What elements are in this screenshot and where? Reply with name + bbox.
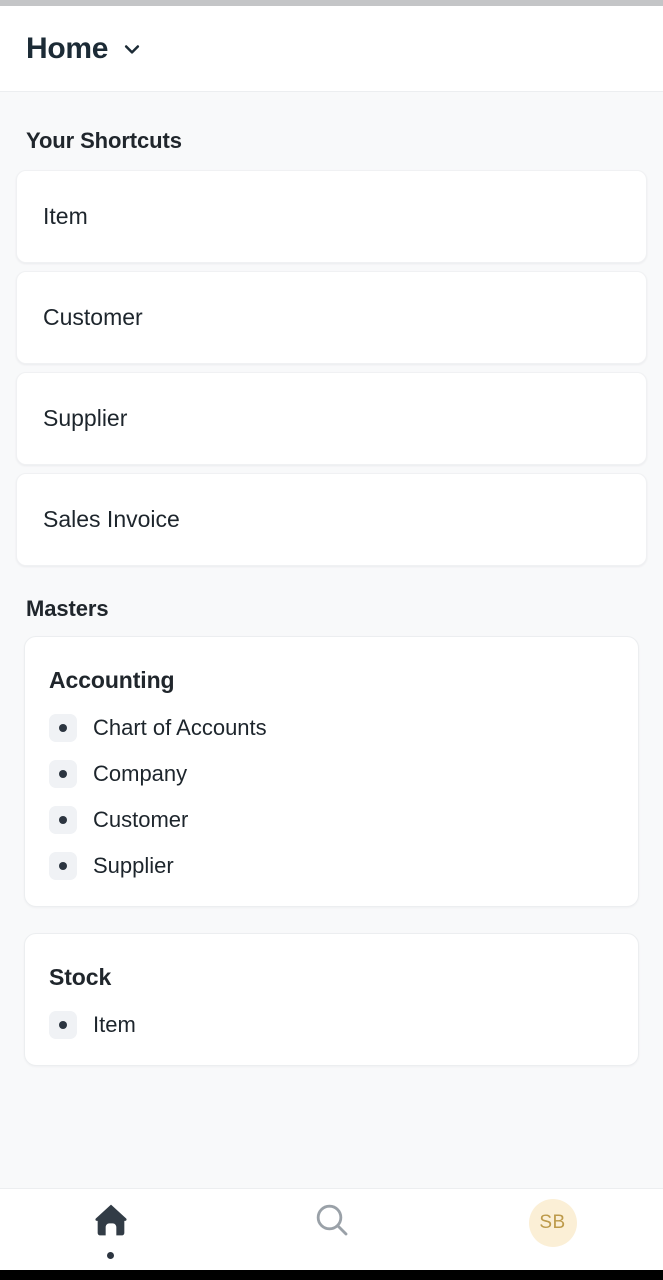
avatar[interactable]: SB — [528, 1198, 577, 1247]
list-item[interactable]: Customer — [49, 806, 614, 834]
system-home-indicator-bar — [0, 1270, 663, 1280]
scrollable-content[interactable]: Your Shortcuts Item Customer Supplier Sa… — [0, 92, 663, 1188]
bullet-dot-icon — [49, 806, 77, 834]
masters-group-list: Accounting Chart of Accounts Company Cus… — [0, 636, 663, 1066]
nav-button-home[interactable] — [0, 1189, 221, 1270]
master-group-title: Stock — [49, 964, 112, 990]
shortcut-label: Customer — [43, 304, 143, 330]
list-item[interactable]: Company — [49, 760, 614, 788]
shortcut-card[interactable]: Item — [16, 170, 647, 263]
shortcut-label: Sales Invoice — [43, 506, 180, 532]
shortcuts-list: Item Customer Supplier Sales Invoice — [0, 170, 663, 566]
nav-button-profile[interactable]: SB — [442, 1189, 663, 1270]
app-header: Home — [0, 6, 663, 92]
master-group-items: Chart of Accounts Company Customer Suppl… — [49, 714, 614, 880]
shortcut-card[interactable]: Supplier — [16, 372, 647, 465]
list-item[interactable]: Supplier — [49, 852, 614, 880]
master-group-card: Accounting Chart of Accounts Company Cus… — [24, 636, 639, 907]
nav-inactive-indicator — [549, 1254, 556, 1261]
page-title: Home — [26, 31, 109, 65]
bullet-dot-icon — [49, 760, 77, 788]
master-group-card: Stock Item — [24, 933, 639, 1066]
bottom-navigation-bar: SB — [0, 1188, 663, 1270]
bullet-dot-icon — [49, 852, 77, 880]
shortcut-card[interactable]: Sales Invoice — [16, 473, 647, 566]
nav-inactive-indicator — [328, 1252, 335, 1259]
chevron-down-icon[interactable] — [122, 39, 142, 59]
list-item-label: Supplier — [93, 853, 174, 878]
list-item[interactable]: Item — [49, 1011, 614, 1039]
bullet-dot-icon — [49, 714, 77, 742]
master-group-items: Item — [49, 1011, 614, 1039]
list-item-label: Item — [93, 1012, 136, 1037]
shortcut-card[interactable]: Customer — [16, 271, 647, 364]
shortcut-label: Item — [43, 203, 88, 229]
bullet-dot-icon — [49, 1011, 77, 1039]
list-item-label: Company — [93, 761, 188, 786]
shortcuts-section-heading: Your Shortcuts — [26, 128, 182, 153]
home-icon — [91, 1200, 131, 1245]
list-item[interactable]: Chart of Accounts — [49, 714, 614, 742]
masters-section-heading: Masters — [26, 596, 109, 621]
home-dropdown-button[interactable]: Home — [26, 32, 142, 66]
list-item-label: Customer — [93, 807, 189, 832]
master-group-title: Accounting — [49, 667, 175, 693]
nav-active-indicator — [107, 1252, 114, 1259]
nav-button-search[interactable] — [221, 1189, 442, 1270]
list-item-label: Chart of Accounts — [93, 715, 267, 740]
shortcut-label: Supplier — [43, 405, 128, 431]
search-icon — [312, 1200, 352, 1245]
mobile-app-screen: Home Your Shortcuts Item Customer Suppli… — [0, 0, 663, 1280]
